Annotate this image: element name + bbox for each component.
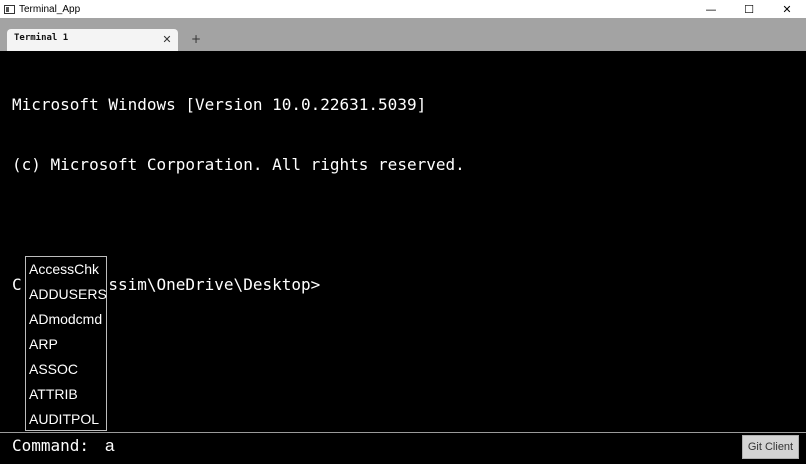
- tab-terminal-1[interactable]: Terminal 1 ✕: [7, 29, 178, 51]
- command-input[interactable]: [100, 434, 735, 458]
- window-title: Terminal_App: [19, 3, 81, 15]
- autocomplete-item[interactable]: AccessChk: [26, 257, 106, 282]
- terminal-app-window: Terminal_App — ☐ ✕ Terminal 1 ✕ + Micros…: [0, 0, 806, 464]
- maximize-button[interactable]: ☐: [730, 0, 768, 18]
- window-controls: — ☐ ✕: [692, 0, 806, 18]
- close-button[interactable]: ✕: [768, 0, 806, 18]
- autocomplete-item[interactable]: ADDUSERS: [26, 282, 107, 307]
- autocomplete-item[interactable]: AUDITPOL: [26, 407, 106, 432]
- tab-close-icon[interactable]: ✕: [159, 31, 175, 47]
- command-divider: [0, 432, 806, 433]
- autocomplete-item[interactable]: ATTRIB: [26, 382, 106, 407]
- git-client-button[interactable]: Git Client: [742, 435, 799, 459]
- terminal-output: Microsoft Windows [Version 10.0.22631.50…: [12, 55, 792, 335]
- title-bar: Terminal_App — ☐ ✕: [0, 0, 806, 18]
- app-icon: [4, 4, 15, 14]
- autocomplete-item[interactable]: ASSOC: [26, 357, 106, 382]
- command-label: Command:: [12, 436, 90, 455]
- terminal-line: Microsoft Windows [Version 10.0.22631.50…: [12, 95, 427, 114]
- new-tab-button[interactable]: +: [188, 31, 204, 47]
- minimize-button[interactable]: —: [692, 0, 730, 18]
- autocomplete-list: AccessChk ADDUSERS ADmodcmd ARP ASSOC AT…: [25, 256, 107, 431]
- autocomplete-item[interactable]: ADmodcmd: [26, 307, 106, 332]
- terminal-line: (c) Microsoft Corporation. All rights re…: [12, 155, 465, 174]
- autocomplete-item[interactable]: ARP: [26, 332, 106, 357]
- tab-strip: Terminal 1 ✕ +: [0, 18, 806, 51]
- tab-label: Terminal 1: [14, 33, 69, 43]
- terminal-prompt: C:\Users\nssim\OneDrive\Desktop>: [12, 275, 321, 294]
